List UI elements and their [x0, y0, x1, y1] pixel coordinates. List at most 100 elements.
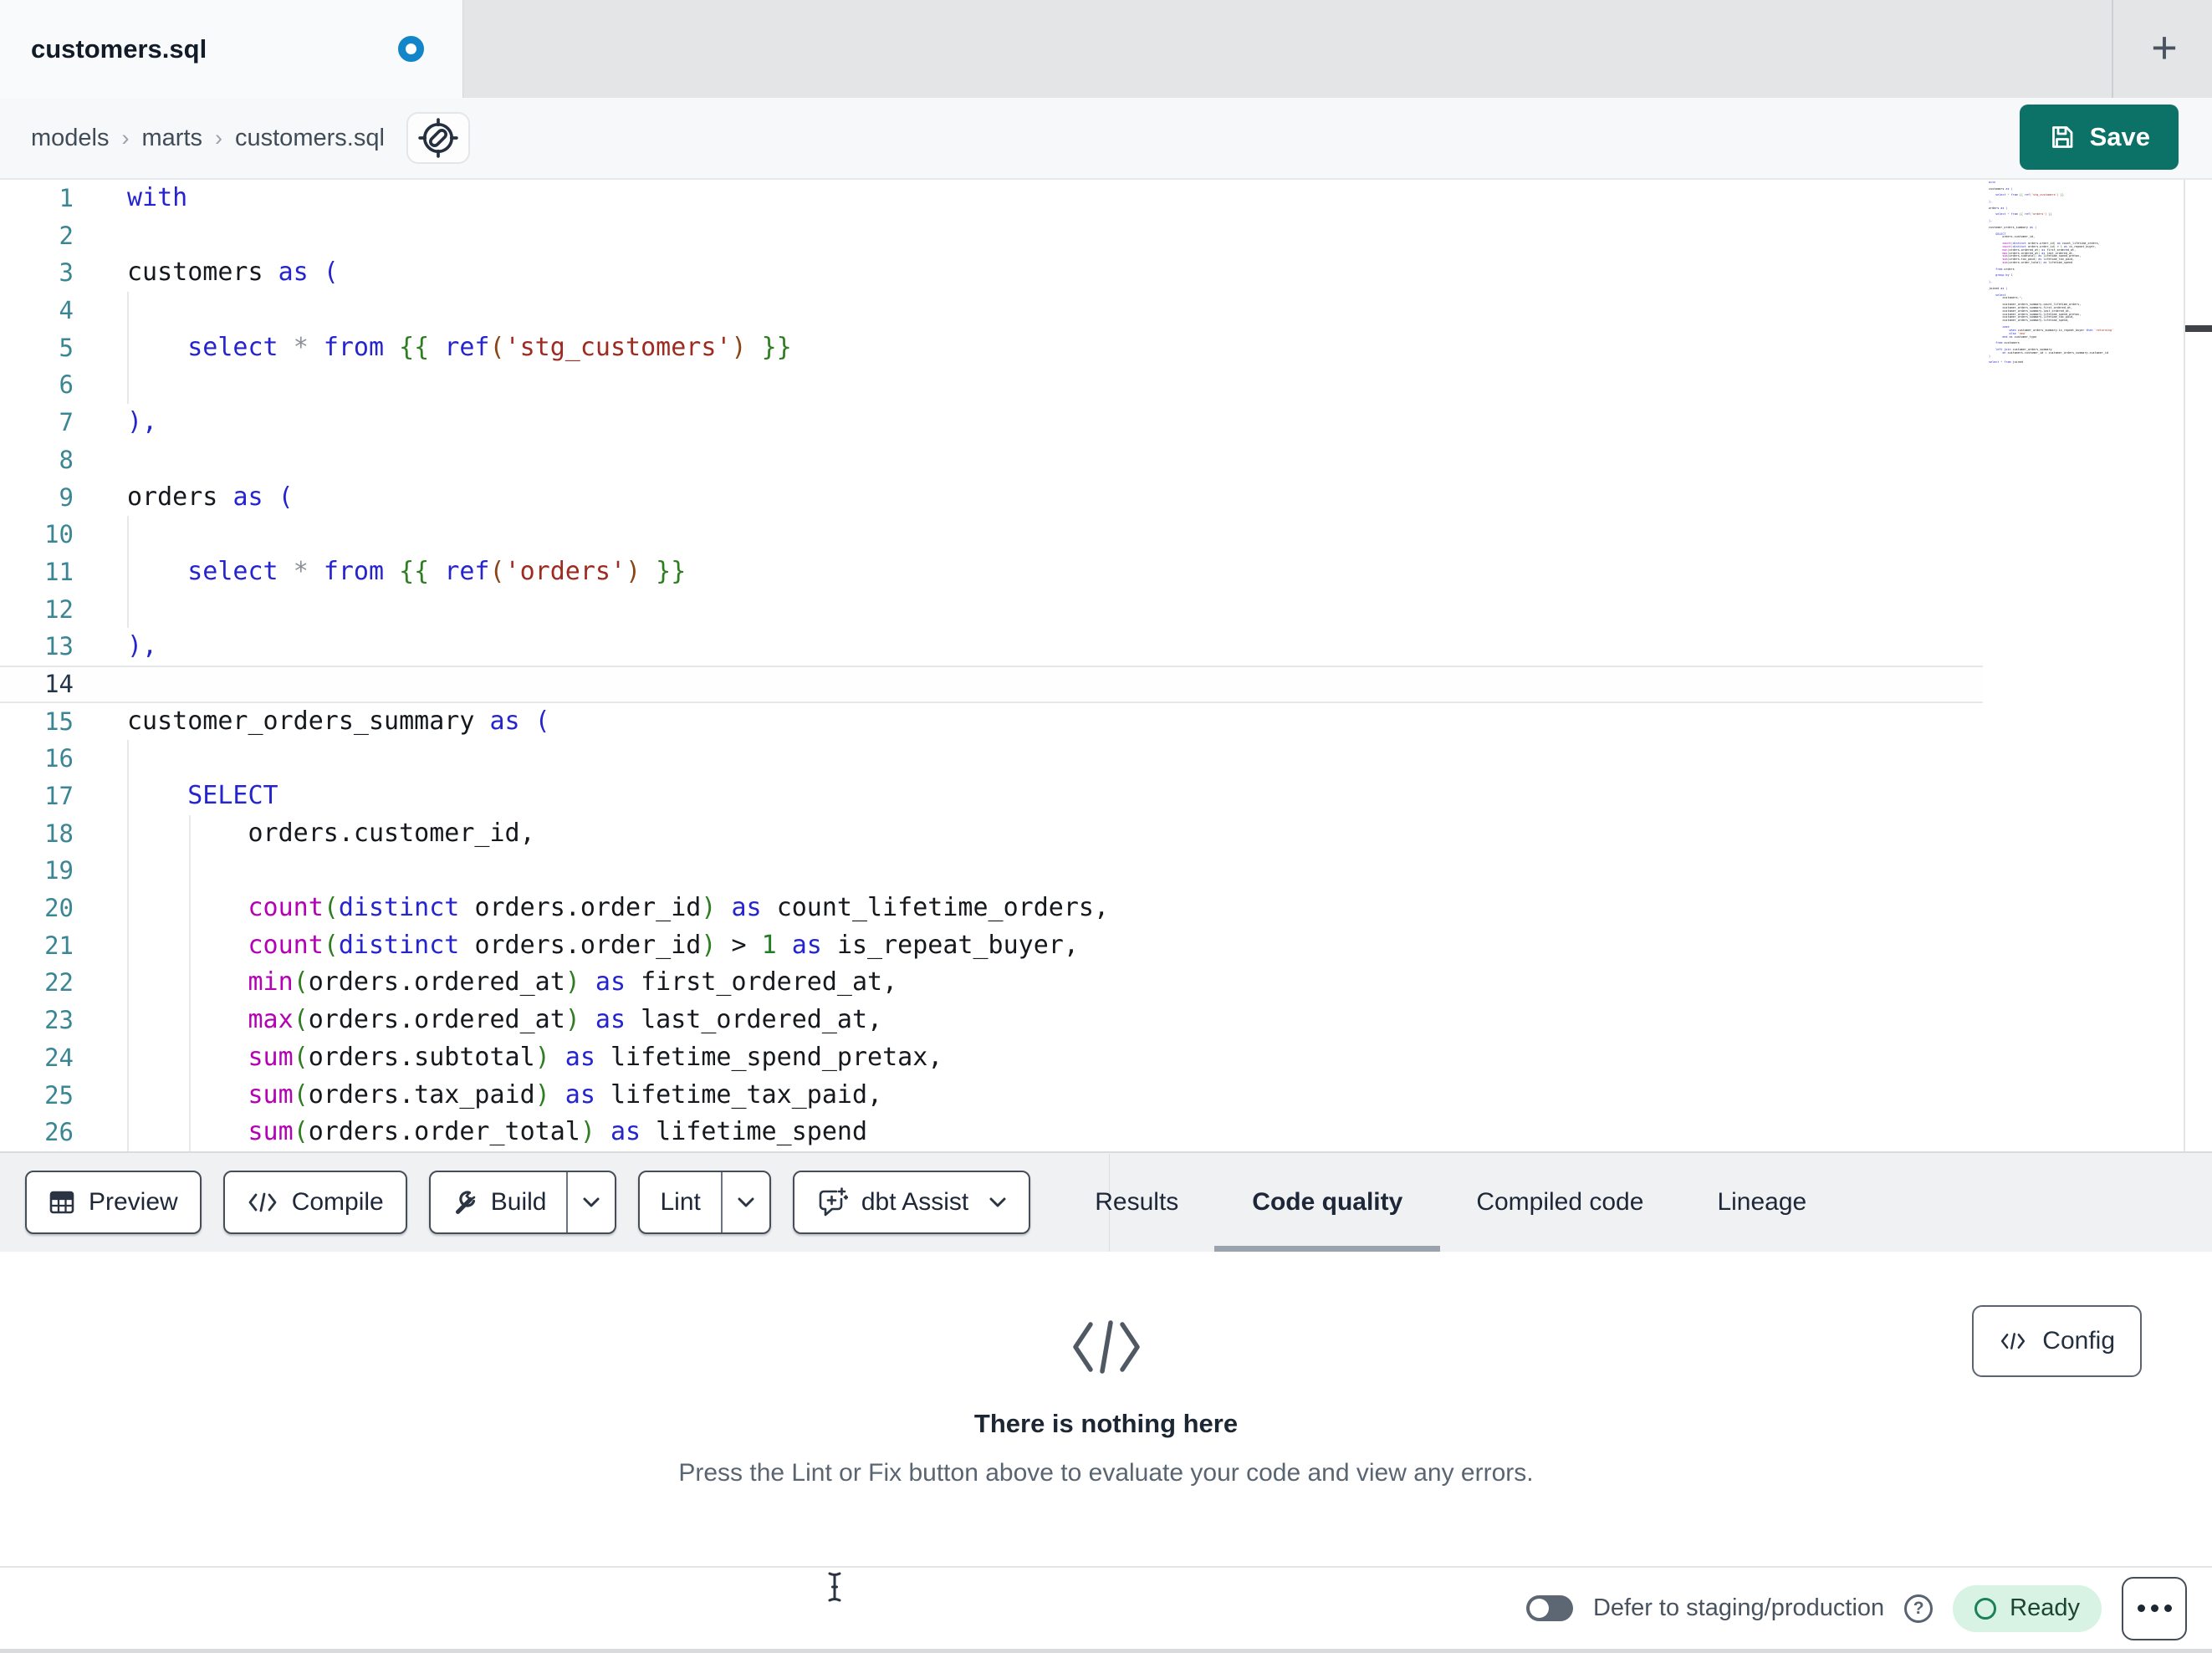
help-icon[interactable]: ? — [1904, 1594, 1934, 1623]
line-number[interactable]: 7 — [0, 404, 74, 441]
action-toolbar: Preview Compile Build Lint dbt Assist Re… — [0, 1151, 2212, 1253]
empty-state-code-icon — [0, 1317, 2212, 1377]
indent-guide — [127, 852, 129, 890]
code-line[interactable]: 12 — [0, 590, 1983, 629]
preview-table-icon — [49, 1189, 75, 1216]
line-number[interactable]: 24 — [0, 1039, 74, 1077]
indent-guide — [189, 1038, 191, 1077]
code-line[interactable]: 22 min(orders.ordered_at) as first_order… — [0, 964, 1983, 1003]
code-brackets-icon — [247, 1191, 278, 1214]
new-tab-button[interactable]: + — [2135, 18, 2194, 77]
lineage-compass-button[interactable] — [406, 112, 470, 164]
line-number[interactable]: 25 — [0, 1077, 74, 1115]
line-number[interactable]: 5 — [0, 329, 74, 367]
line-number[interactable]: 26 — [0, 1114, 74, 1151]
empty-state-subtitle: Press the Lint or Fix button above to ev… — [678, 1459, 1534, 1487]
tab-results[interactable]: Results — [1095, 1152, 1178, 1253]
tab-customers-sql[interactable]: customers.sql — [0, 0, 463, 98]
defer-label: Defer to staging/production — [1592, 1594, 1885, 1621]
save-button[interactable]: Save — [2019, 105, 2179, 170]
indent-guide — [189, 814, 191, 853]
tab-lineage[interactable]: Lineage — [1717, 1152, 1806, 1253]
line-number[interactable]: 20 — [0, 890, 74, 927]
line-number[interactable]: 1 — [0, 180, 74, 217]
empty-state: There is nothing here Press the Lint or … — [0, 1252, 2212, 1487]
compile-button[interactable]: Compile — [222, 1171, 407, 1234]
minimap[interactable]: with customers as ( select * from {{ ref(… — [1989, 181, 2183, 616]
code-line[interactable]: 21 count(distinct orders.order_id) > 1 a… — [0, 926, 1983, 965]
dbt-assist-button[interactable]: dbt Assist — [792, 1171, 1031, 1234]
indent-guide — [127, 926, 129, 965]
line-number[interactable]: 11 — [0, 554, 74, 591]
breadcrumb-marts[interactable]: marts — [142, 125, 203, 152]
code-line[interactable]: 4 — [0, 292, 1983, 329]
chevron-down-icon — [989, 1196, 1007, 1208]
editor-scrollbar[interactable] — [2185, 180, 2212, 1151]
code-editor[interactable]: 1 with 2 3 customers as (4 5 select * from {{… — [0, 180, 2212, 1151]
build-button[interactable]: Build — [431, 1172, 567, 1232]
code-line[interactable]: 3 customers as ( — [0, 254, 1983, 292]
code-line[interactable]: 8 — [0, 441, 1983, 479]
code-line[interactable]: 16 — [0, 740, 1983, 778]
code-line[interactable]: 17 SELECT — [0, 778, 1983, 815]
unsaved-changes-dot-icon — [398, 36, 424, 62]
preview-button[interactable]: Preview — [25, 1171, 202, 1234]
indent-guide — [127, 890, 129, 927]
build-dropdown-button[interactable] — [566, 1172, 615, 1232]
status-bar: Defer to staging/production ? Ready — [0, 1566, 2212, 1653]
line-number[interactable]: 2 — [0, 217, 74, 255]
code-line[interactable]: 13), — [0, 628, 1983, 666]
line-number[interactable]: 19 — [0, 852, 74, 890]
line-number[interactable]: 9 — [0, 479, 74, 517]
code-line[interactable]: 24 sum(orders.subtotal) as lifetime_spen… — [0, 1038, 1983, 1077]
code-line[interactable]: 1 with — [0, 180, 1983, 217]
code-line[interactable]: 6 — [0, 366, 1983, 405]
indent-guide — [127, 814, 129, 853]
code-line[interactable]: 25 sum(orders.tax_paid) as lifetime_tax_… — [0, 1076, 1983, 1115]
lint-button[interactable]: Lint — [640, 1172, 720, 1232]
indent-guide — [127, 590, 129, 629]
lint-dropdown-button[interactable] — [720, 1172, 769, 1232]
code-line[interactable]: 11 select * from {{ ref('orders') }} — [0, 553, 1983, 591]
code-line[interactable]: 23 max(orders.ordered_at) as last_ordere… — [0, 1002, 1983, 1039]
code-line[interactable]: 15 customer_orders_summary as ( — [0, 703, 1983, 741]
tab-compiled-code[interactable]: Compiled code — [1476, 1152, 1643, 1253]
breadcrumb-customers-sql[interactable]: customers.sql — [235, 125, 385, 152]
code-line[interactable]: 2 — [0, 217, 1983, 255]
line-number[interactable]: 17 — [0, 778, 74, 815]
more-options-button[interactable] — [2122, 1576, 2187, 1640]
code-line-active[interactable]: 14 — [0, 665, 1983, 703]
code-line[interactable]: 20 count(distinct orders.order_id) as co… — [0, 890, 1983, 927]
breadcrumb-models[interactable]: models — [31, 125, 110, 152]
toolbar-buttons: Preview Compile Build Lint dbt Assist — [25, 1171, 1031, 1234]
line-number[interactable]: 10 — [0, 516, 74, 554]
line-number[interactable]: 14 — [0, 667, 74, 702]
compass-icon — [415, 115, 462, 161]
line-number[interactable]: 4 — [0, 292, 74, 329]
code-line[interactable]: 7), — [0, 404, 1983, 441]
line-number[interactable]: 15 — [0, 703, 74, 741]
defer-toggle[interactable] — [1525, 1595, 1573, 1621]
tab-code-quality[interactable]: Code quality — [1214, 1152, 1441, 1253]
code-line[interactable]: 19 — [0, 852, 1983, 890]
line-number[interactable]: 22 — [0, 964, 74, 1002]
assist-sparkle-chat-icon — [816, 1187, 848, 1217]
status-badge[interactable]: Ready — [1953, 1584, 2102, 1632]
toggle-knob — [1529, 1599, 1549, 1618]
line-number[interactable]: 23 — [0, 1002, 74, 1039]
line-number[interactable]: 16 — [0, 740, 74, 778]
code-line[interactable]: 10 — [0, 516, 1983, 554]
line-number[interactable]: 8 — [0, 441, 74, 479]
line-number[interactable]: 12 — [0, 591, 74, 629]
line-number[interactable]: 18 — [0, 815, 74, 853]
breadcrumb: models › marts › customers.sql — [31, 125, 385, 152]
line-number[interactable]: 13 — [0, 628, 74, 666]
line-number[interactable]: 6 — [0, 366, 74, 404]
code-line[interactable]: 26 sum(orders.order_total) as lifetime_s… — [0, 1114, 1983, 1151]
code-line[interactable]: 5 select * from {{ ref('stg_customers') … — [0, 329, 1983, 367]
chevron-down-icon — [582, 1196, 600, 1208]
code-line[interactable]: 9 orders as ( — [0, 479, 1983, 517]
line-number[interactable]: 3 — [0, 254, 74, 292]
line-number[interactable]: 21 — [0, 927, 74, 965]
code-line[interactable]: 18 orders.customer_id, — [0, 814, 1983, 853]
